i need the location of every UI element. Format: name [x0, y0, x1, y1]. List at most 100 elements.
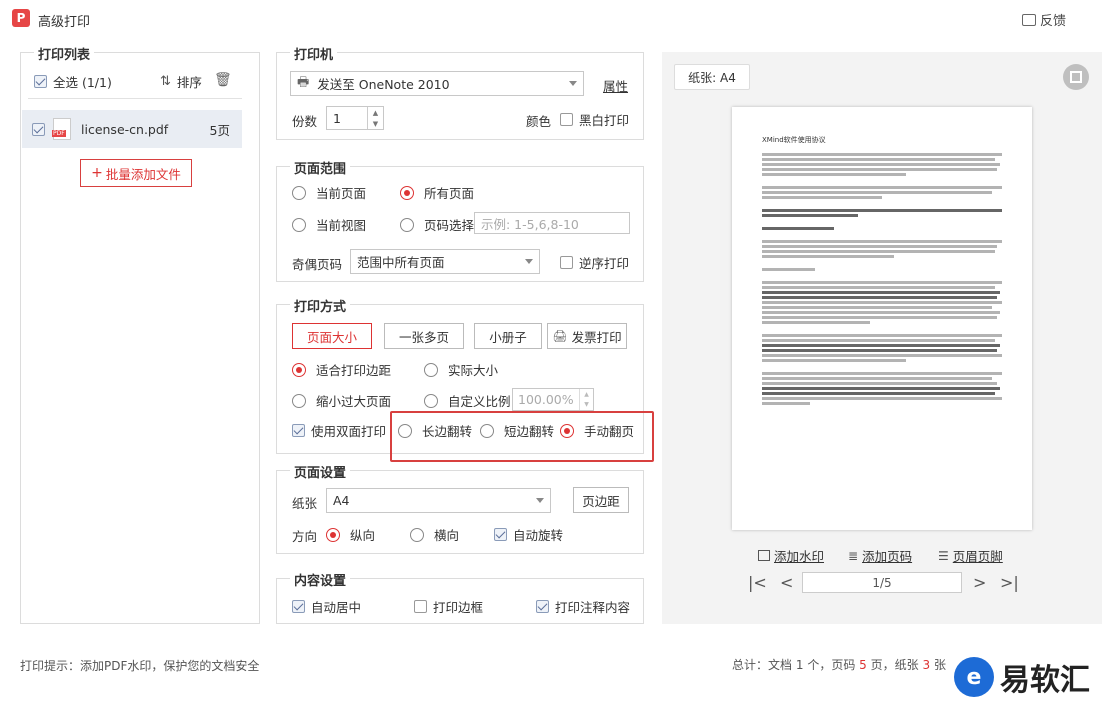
- long-edge-radio[interactable]: [398, 423, 412, 438]
- file-name: license-cn.pdf: [81, 121, 169, 137]
- page-number-icon: ≣: [848, 548, 859, 563]
- stepper-arrows-icon[interactable]: ▲ ▼: [367, 107, 383, 129]
- shrink-option[interactable]: 缩小过大页面: [292, 391, 391, 410]
- color-label: 颜色: [526, 114, 552, 129]
- plus-icon: +: [91, 165, 103, 181]
- bw-print-checkbox[interactable]: [560, 113, 573, 126]
- app-logo-icon: P: [12, 9, 30, 27]
- duplex-checkbox[interactable]: [292, 424, 305, 437]
- print-annotations-label: 打印注释内容: [555, 600, 631, 615]
- auto-rotate-label: 自动旋转: [513, 528, 564, 543]
- fit-margin-option[interactable]: 适合打印边距: [292, 360, 391, 379]
- short-edge-option[interactable]: 短边翻转: [480, 421, 554, 440]
- margins-button[interactable]: 页边距: [573, 487, 629, 513]
- print-border-checkbox[interactable]: [414, 600, 427, 613]
- add-page-number-button[interactable]: ≣ 添加页码: [848, 546, 912, 565]
- fit-margin-radio[interactable]: [292, 362, 306, 377]
- divider: [28, 98, 242, 99]
- sort-label: 排序: [176, 75, 202, 90]
- print-summary: 总计：文档 1 个，页码 5 页，纸张 3 张: [732, 658, 946, 672]
- title-bar: P 高级打印 反馈: [0, 0, 1120, 38]
- orientation-label: 方向: [292, 529, 318, 544]
- page-select-input[interactable]: 示例: 1-5,6,8-10: [474, 212, 630, 234]
- brand-text: 易软汇: [1000, 663, 1090, 698]
- portrait-option[interactable]: 纵向: [326, 525, 375, 544]
- custom-scale-radio[interactable]: [424, 393, 438, 408]
- sort-button[interactable]: ⇅ 排序: [160, 72, 202, 91]
- tab-invoice-print[interactable]: 🖨 发票打印: [547, 323, 627, 349]
- current-view-option[interactable]: 当前视图: [292, 215, 366, 234]
- file-pages: 5页: [209, 122, 230, 138]
- auto-rotate-checkbox[interactable]: [494, 528, 507, 541]
- page-range-title: 页面范围: [290, 158, 351, 177]
- page-indicator-input[interactable]: 1/5: [802, 572, 962, 593]
- tab-booklet[interactable]: 小册子: [474, 323, 542, 349]
- doc-body: [762, 153, 1002, 405]
- tab-page-size[interactable]: 页面大小: [292, 323, 372, 349]
- odd-even-label: 奇偶页码: [292, 257, 343, 272]
- fullscreen-button[interactable]: [1063, 64, 1089, 90]
- file-checkbox[interactable]: [32, 122, 45, 136]
- current-page-option[interactable]: 当前页面: [292, 183, 366, 202]
- feedback-button[interactable]: 反馈: [1022, 10, 1066, 29]
- manual-flip-radio[interactable]: [560, 423, 574, 438]
- header-footer-button[interactable]: ☰ 页眉页脚: [938, 546, 1003, 565]
- tab-multi-page[interactable]: 一张多页: [384, 323, 464, 349]
- feedback-icon: [1022, 13, 1036, 26]
- next-page-icon[interactable]: >: [973, 573, 986, 592]
- reverse-print-checkbox[interactable]: [560, 256, 573, 269]
- chevron-down-icon: [536, 498, 544, 503]
- sort-icon: ⇅: [160, 74, 171, 89]
- copies-label: 份数: [292, 114, 318, 129]
- header-footer-icon: ☰: [938, 548, 949, 563]
- portrait-radio[interactable]: [326, 527, 340, 542]
- feedback-label: 反馈: [1040, 14, 1067, 29]
- short-edge-radio[interactable]: [480, 423, 494, 438]
- odd-even-select[interactable]: 范围中所有页面: [350, 249, 540, 274]
- paper-select[interactable]: A4: [326, 488, 551, 513]
- printer-icon: 🖶: [297, 74, 310, 90]
- chevron-down-icon: [569, 81, 577, 86]
- batch-add-files-button[interactable]: + 批量添加文件: [80, 159, 192, 187]
- paper-size-tag: 纸张: A4: [674, 64, 750, 90]
- last-page-icon[interactable]: >|: [1000, 573, 1019, 592]
- doc-title: XMind软件使用协议: [762, 136, 826, 144]
- print-border-label: 打印边框: [433, 600, 484, 615]
- current-view-radio[interactable]: [292, 217, 306, 232]
- custom-scale-option[interactable]: 自定义比例: [424, 391, 511, 410]
- printer-title: 打印机: [290, 44, 338, 63]
- print-tip: 打印提示：添加PDF水印，保护您的文档安全: [20, 659, 260, 673]
- file-item[interactable]: PDF license-cn.pdf 5页: [22, 110, 242, 148]
- copies-stepper[interactable]: 1 ▲ ▼: [326, 106, 384, 130]
- long-edge-option[interactable]: 长边翻转: [398, 421, 472, 440]
- all-pages-option[interactable]: 所有页面: [400, 183, 474, 202]
- select-all-label: 全选 (1/1): [53, 75, 112, 90]
- landscape-radio[interactable]: [410, 527, 424, 542]
- brand-logo-icon: e: [954, 657, 994, 697]
- page-setup-title: 页面设置: [290, 462, 351, 481]
- invoice-icon: 🖨: [552, 329, 568, 343]
- select-all-checkbox[interactable]: [34, 75, 47, 88]
- content-setup-title: 内容设置: [290, 570, 351, 589]
- pdf-file-icon: PDF: [52, 118, 71, 140]
- window-title: 高级打印: [38, 15, 91, 30]
- add-watermark-button[interactable]: 添加水印: [758, 546, 824, 565]
- print-annotations-checkbox[interactable]: [536, 600, 549, 613]
- page-select-option[interactable]: 页码选择: [400, 215, 474, 234]
- chevron-down-icon: [525, 259, 533, 264]
- page-select-radio[interactable]: [400, 217, 414, 232]
- delete-icon[interactable]: 🗑: [214, 72, 232, 88]
- all-pages-radio[interactable]: [400, 185, 414, 200]
- current-page-radio[interactable]: [292, 185, 306, 200]
- properties-link[interactable]: 属性: [603, 76, 628, 95]
- print-mode-title: 打印方式: [290, 296, 351, 315]
- first-page-icon[interactable]: |<: [748, 573, 767, 592]
- manual-flip-option[interactable]: 手动翻页: [560, 421, 634, 440]
- landscape-option[interactable]: 横向: [410, 525, 459, 544]
- shrink-radio[interactable]: [292, 393, 306, 408]
- auto-center-checkbox[interactable]: [292, 600, 305, 613]
- actual-size-option[interactable]: 实际大小: [424, 360, 498, 379]
- prev-page-icon[interactable]: <: [780, 573, 793, 592]
- actual-size-radio[interactable]: [424, 362, 438, 377]
- printer-select[interactable]: 🖶 发送至 OneNote 2010: [290, 71, 584, 96]
